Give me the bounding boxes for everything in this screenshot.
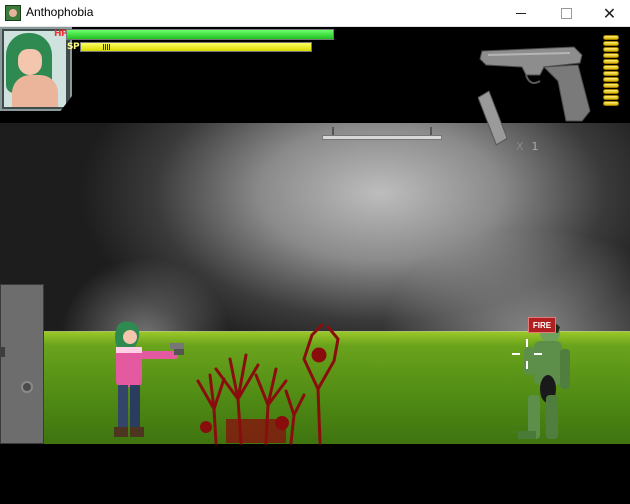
bullet-icon [603,53,619,58]
bullet-icon [603,41,619,46]
ceiling-lamp [322,127,442,141]
window-title: Anthophobia [26,5,94,19]
heroine-character [114,321,184,437]
bullet-icon [603,35,619,40]
portrait-body [12,75,58,107]
minimize-icon [516,13,526,14]
bullet-icon [603,59,619,64]
close-icon: ✕ [602,3,617,23]
bullet-icon [603,77,619,82]
blood-splatter [196,323,340,445]
fire-sign: FIRE [528,317,556,333]
bullet-icon [603,47,619,52]
ammo-counter [603,35,619,107]
bullet-icon [603,71,619,76]
sp-bar [80,42,312,52]
magazine-count-value: 1 [531,140,539,153]
sp-label: SP [67,42,80,52]
app-icon [5,5,21,21]
minimize-button[interactable] [498,0,544,27]
hp-bar-fill [67,30,333,39]
metal-door [0,284,44,444]
bullet-icon [603,101,619,106]
portrait-face [18,49,42,75]
magazine-count: X1 [516,140,539,153]
crosshair-icon [512,339,542,369]
maximize-button[interactable] [543,0,589,27]
bullet-icon [603,65,619,70]
bullet-icon [603,89,619,94]
close-button[interactable]: ✕ [589,0,630,27]
door-knob [21,381,33,393]
pistol-icon [478,46,591,146]
bullet-icon [603,95,619,100]
lower-dark-band [0,444,630,504]
magazine-multiplier: X [516,140,524,153]
window-titlebar[interactable]: Anthophobia ✕ [0,0,630,27]
door-hinge [0,347,5,357]
hp-bar [66,29,334,40]
portrait-frame [0,27,72,111]
sp-bar-fill [81,43,311,51]
wall-light-right [380,227,630,337]
game-viewport[interactable]: HP SP X1 FIRE [0,27,630,504]
bullet-icon [603,83,619,88]
lamp-tube [322,135,442,140]
sp-bar-marker [103,44,111,50]
maximize-icon [560,8,572,19]
